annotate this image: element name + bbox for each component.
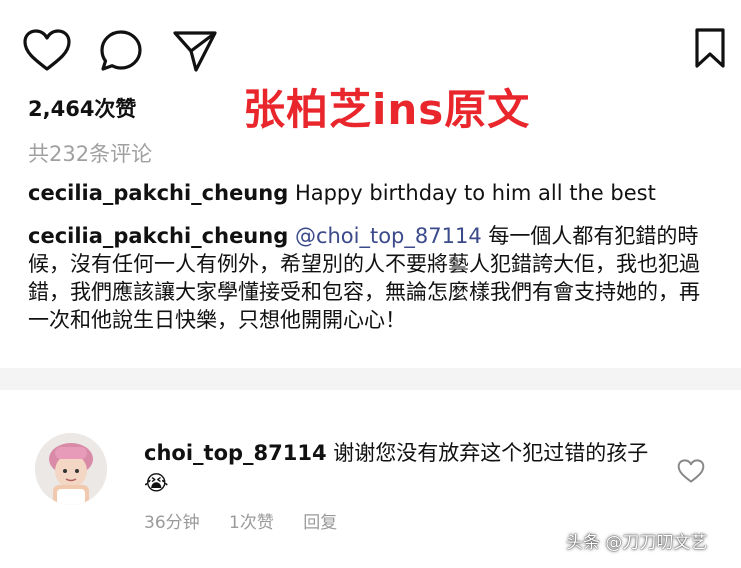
section-divider	[0, 368, 741, 390]
reply-likes[interactable]: 1次赞	[229, 513, 274, 533]
reply-meta: 36分钟 1次赞 回复	[144, 508, 361, 533]
bookmark-icon[interactable]	[694, 27, 726, 69]
crying-emoji: 😭	[144, 471, 169, 495]
caption-text: Happy birthday to him all the best	[294, 181, 656, 205]
reply-username[interactable]: choi_top_87114	[144, 441, 327, 465]
comment-mention[interactable]: @choi_top_87114	[295, 224, 482, 248]
caption-username[interactable]: cecilia_pakchi_cheung	[28, 181, 288, 205]
reply-like-heart-icon[interactable]	[677, 458, 705, 484]
reply-button[interactable]: 回复	[303, 513, 337, 533]
post-caption: cecilia_pakchi_cheung Happy birthday to …	[28, 179, 718, 207]
like-heart-icon[interactable]	[22, 28, 72, 72]
avatar[interactable]	[35, 433, 107, 505]
reply-text: 谢谢您没有放弃这个犯过错的孩子	[333, 441, 649, 465]
share-icon[interactable]	[172, 28, 218, 74]
watermark: 头条 @刀刀叨文艺	[566, 533, 708, 553]
comment-icon[interactable]	[98, 28, 144, 74]
comment: cecilia_pakchi_cheung @choi_top_87114 每一…	[28, 222, 718, 334]
comment-username[interactable]: cecilia_pakchi_cheung	[28, 224, 288, 248]
overlay-caption: 张柏芝ins原文	[243, 85, 531, 134]
reply-time: 36分钟	[144, 513, 200, 533]
view-comments-link[interactable]: 共232条评论	[28, 138, 152, 168]
reply-comment: choi_top_87114 谢谢您没有放弃这个犯过错的孩子 😭	[144, 438, 664, 498]
likes-count[interactable]: 2,464次赞	[28, 93, 136, 123]
